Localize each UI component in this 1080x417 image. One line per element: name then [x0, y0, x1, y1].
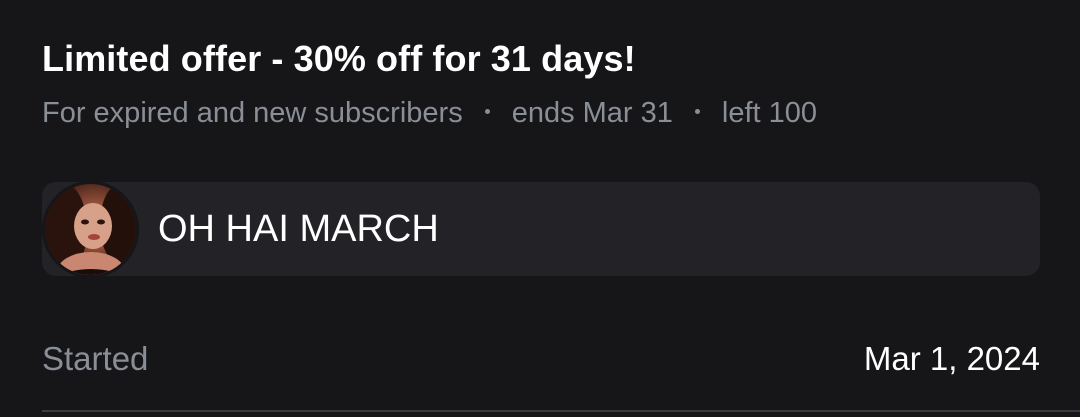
- offer-audience: For expired and new subscribers: [42, 97, 463, 129]
- started-label: Started: [42, 340, 149, 377]
- promo-message: OH HAI MARCH: [158, 208, 439, 250]
- offer-meta: For expired and new subscribers ends Mar…: [42, 97, 817, 130]
- started-date: Mar 1, 2024: [863, 340, 1040, 377]
- offer-remaining: left 100: [721, 97, 818, 129]
- offer-title: Limited offer - 30% off for 31 days!: [42, 38, 636, 79]
- avatar[interactable]: [42, 181, 139, 278]
- separator-dot: [484, 109, 490, 114]
- offer-panel: Limited offer - 30% off for 31 days! For…: [0, 0, 1080, 417]
- separator-dot: [694, 109, 700, 114]
- offer-end-date: ends Mar 31: [511, 97, 673, 129]
- divider: [42, 410, 1080, 412]
- user-avatar-icon: [45, 184, 136, 275]
